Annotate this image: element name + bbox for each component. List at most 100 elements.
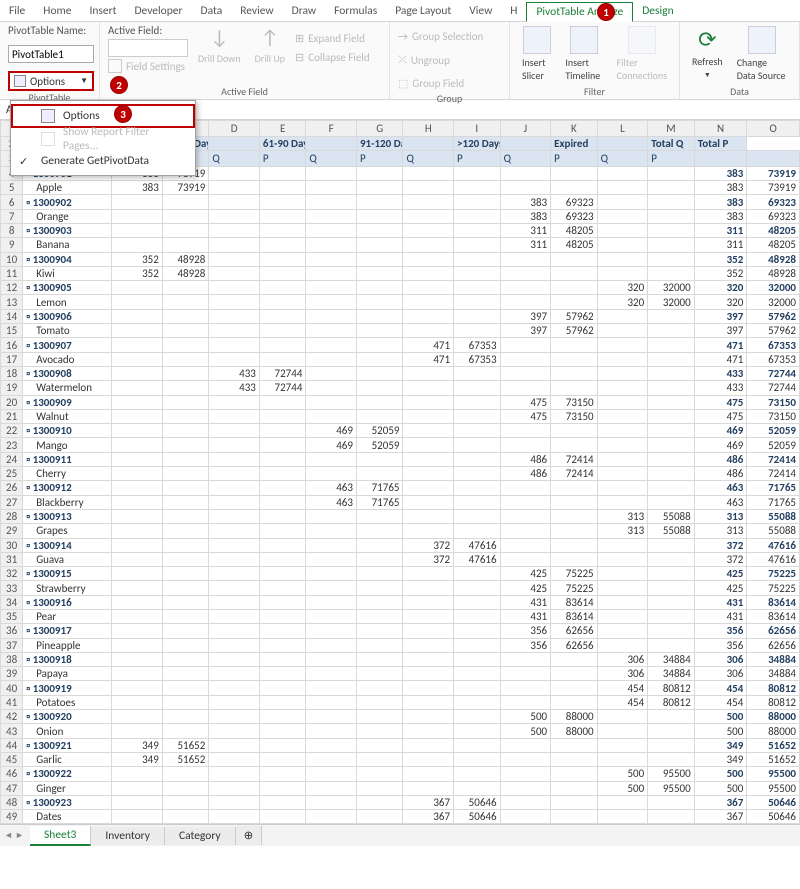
tab-developer[interactable]: Developer <box>125 2 191 20</box>
row-label[interactable]: ▫ 1300911 <box>23 452 112 466</box>
field-settings-button[interactable]: Field Settings <box>108 59 188 73</box>
new-sheet-button[interactable]: ⊕ <box>236 826 263 845</box>
row-label[interactable]: Pear <box>23 610 112 624</box>
drill-up-button: ↑Drill Up <box>251 24 289 67</box>
sheet-nav[interactable]: ◄ ► <box>4 830 24 841</box>
row-label[interactable]: ▫ 1300918 <box>23 652 112 666</box>
row-label[interactable]: ▫ 1300902 <box>23 195 112 209</box>
sheet-tabs: ◄ ► Sheet3 Inventory Category ⊕ <box>0 824 800 846</box>
pt-name-label: PivotTable Name: <box>8 24 86 37</box>
tab-review[interactable]: Review <box>231 2 282 20</box>
row-label[interactable]: ▫ 1300906 <box>23 309 112 323</box>
row-label[interactable]: ▫ 1300914 <box>23 538 112 552</box>
row-label[interactable]: ▫ 1300921 <box>23 738 112 752</box>
tab-view[interactable]: View <box>460 2 501 20</box>
col-header[interactable]: M <box>648 121 695 137</box>
col-header[interactable]: L <box>597 121 648 137</box>
options-button[interactable]: Options ▼ <box>8 71 94 91</box>
row-label[interactable]: Potatoes <box>23 695 112 709</box>
drill-down-button: ↓Drill Down <box>194 24 245 67</box>
tab-pivottable-analyze[interactable]: PivotTable Analyze <box>526 2 633 22</box>
col-header[interactable]: K <box>551 121 598 137</box>
row-label[interactable]: Mango <box>23 438 112 452</box>
row-label[interactable]: ▫ 1300917 <box>23 624 112 638</box>
group-field-button: ⬚Group Field <box>398 77 464 90</box>
tab-file[interactable]: File <box>0 2 34 20</box>
row-label[interactable]: Ginger <box>23 781 112 795</box>
insert-slicer-button[interactable]: Insert Slicer <box>518 24 555 84</box>
row-label[interactable]: Walnut <box>23 409 112 423</box>
row-label[interactable]: Orange <box>23 209 112 223</box>
col-header[interactable]: E <box>259 121 306 137</box>
tab-formulas[interactable]: Formulas <box>325 2 386 20</box>
sheet-tab-inventory[interactable]: Inventory <box>91 827 165 845</box>
tab-draw[interactable]: Draw <box>283 2 326 20</box>
col-header[interactable]: I <box>454 121 501 137</box>
col-header[interactable]: J <box>500 121 551 137</box>
row-label[interactable]: Apple <box>23 181 112 195</box>
collapse-field-button[interactable]: ⊟Collapse Field <box>295 51 370 64</box>
group-selection-button: →Group Selection <box>398 30 483 43</box>
row-label[interactable]: Lemon <box>23 295 112 309</box>
row-label[interactable]: Grapes <box>23 524 112 538</box>
sheet-tab-sheet3[interactable]: Sheet3 <box>30 826 91 846</box>
row-label[interactable]: ▫ 1300908 <box>23 366 112 380</box>
row-label[interactable]: Garlic <box>23 752 112 766</box>
callout-3: 3 <box>114 105 132 123</box>
insert-timeline-button[interactable]: Insert Timeline <box>561 24 606 84</box>
row-label[interactable]: ▫ 1300923 <box>23 795 112 809</box>
sheet-tab-category[interactable]: Category <box>165 827 236 845</box>
change-data-source-button[interactable]: Change Data Source <box>733 24 791 84</box>
row-label[interactable]: ▫ 1300903 <box>23 223 112 237</box>
row-label[interactable]: ▫ 1300922 <box>23 767 112 781</box>
row-label[interactable]: Strawberry <box>23 581 112 595</box>
ribbon-tabs: FileHomeInsertDeveloperDataReviewDrawFor… <box>0 0 800 22</box>
options-dropdown: Options Show Report Filter Pages... ✓Gen… <box>10 100 196 176</box>
col-header[interactable]: G <box>356 121 403 137</box>
row-label[interactable]: Banana <box>23 238 112 252</box>
tab-data[interactable]: Data <box>192 2 232 20</box>
tab-home[interactable]: Home <box>34 2 80 20</box>
chevron-down-icon: ▼ <box>80 76 88 86</box>
dropdown-report-filter: Show Report Filter Pages... <box>11 128 195 150</box>
callout-1: 1 <box>597 3 615 21</box>
row-label[interactable]: Onion <box>23 724 112 738</box>
callout-2: 2 <box>110 76 128 94</box>
col-header[interactable]: N <box>694 121 747 137</box>
tab-h[interactable]: H <box>501 2 526 20</box>
col-header[interactable]: O <box>747 121 800 137</box>
expand-field-button[interactable]: ⊞Expand Field <box>295 32 370 45</box>
col-header[interactable]: D <box>209 121 260 137</box>
row-label[interactable]: Kiwi <box>23 266 112 280</box>
row-label[interactable]: Pineapple <box>23 638 112 652</box>
active-field-input[interactable] <box>108 39 188 57</box>
row-label[interactable]: ▫ 1300912 <box>23 481 112 495</box>
refresh-button[interactable]: ⟳Refresh▼ <box>688 24 727 81</box>
row-label[interactable]: ▫ 1300907 <box>23 338 112 352</box>
row-label[interactable]: ▫ 1300916 <box>23 595 112 609</box>
row-label[interactable]: Dates <box>23 810 112 824</box>
row-label[interactable]: ▫ 1300915 <box>23 567 112 581</box>
col-header[interactable]: H <box>403 121 454 137</box>
row-label[interactable]: ▫ 1300913 <box>23 509 112 523</box>
col-header[interactable]: F <box>306 121 357 137</box>
row-label[interactable]: ▫ 1300919 <box>23 681 112 695</box>
row-label[interactable]: Cherry <box>23 467 112 481</box>
row-label[interactable]: ▫ 1300905 <box>23 281 112 295</box>
tab-insert[interactable]: Insert <box>80 2 125 20</box>
dropdown-generate-pivotdata[interactable]: ✓Generate GetPivotData <box>11 150 195 172</box>
row-label[interactable]: Papaya <box>23 667 112 681</box>
row-label[interactable]: Watermelon <box>23 381 112 395</box>
row-label[interactable]: Tomato <box>23 324 112 338</box>
row-label[interactable]: ▫ 1300909 <box>23 395 112 409</box>
row-label[interactable]: Avocado <box>23 352 112 366</box>
row-label[interactable]: ▫ 1300910 <box>23 424 112 438</box>
spreadsheet-grid[interactable]: ABCDEFGHIJKLMNO231-60 Days61-90 Days91-1… <box>0 120 800 824</box>
tab-design[interactable]: Design <box>633 2 682 20</box>
row-label[interactable]: Blackberry <box>23 495 112 509</box>
tab-page-layout[interactable]: Page Layout <box>386 2 460 20</box>
row-label[interactable]: Guava <box>23 552 112 566</box>
pt-name-input[interactable] <box>8 45 94 63</box>
row-label[interactable]: ▫ 1300920 <box>23 710 112 724</box>
row-label[interactable]: ▫ 1300904 <box>23 252 112 266</box>
